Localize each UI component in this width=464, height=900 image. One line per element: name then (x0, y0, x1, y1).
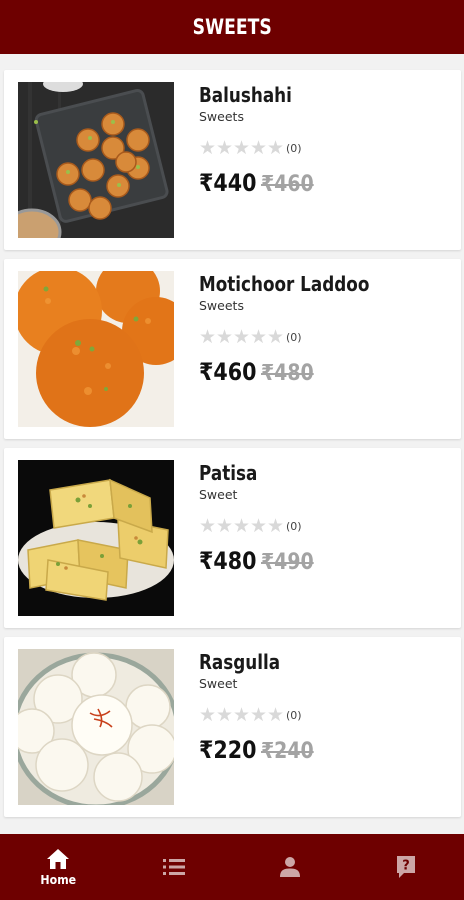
product-name[interactable]: Balushahi (199, 82, 412, 108)
page-title: SWEETS (192, 15, 272, 39)
price: ₹440 (199, 169, 257, 197)
old-price: ₹480 (261, 361, 314, 386)
star-icon: ★ (250, 514, 268, 537)
star-icon: ★ (267, 514, 285, 537)
product-name[interactable]: Rasgulla (199, 649, 412, 675)
rating-count: (0) (286, 330, 302, 344)
price: ₹220 (199, 736, 257, 764)
star-icon: ★ (250, 325, 268, 348)
nav-home[interactable]: Home (0, 834, 116, 900)
product-info: Motichoor Laddoo Sweets ★ ★ ★ ★ ★ (0) ₹4… (199, 271, 453, 392)
star-icon: ★ (233, 514, 251, 537)
rating-count: (0) (286, 708, 302, 722)
star-icon: ★ (267, 325, 285, 348)
product-info: Balushahi Sweets ★ ★ ★ ★ ★ (0) ₹440 ₹460 (199, 82, 453, 203)
price-row: ₹480 ₹490 (199, 547, 453, 581)
app-bar: SWEETS (0, 0, 464, 54)
product-category: Sweets (199, 298, 244, 313)
star-icon: ★ (199, 325, 217, 348)
price-row: ₹440 ₹460 (199, 169, 453, 203)
product-card[interactable]: Motichoor Laddoo Sweets ★ ★ ★ ★ ★ (0) ₹4… (4, 259, 461, 439)
help-icon: ? (397, 856, 415, 878)
nav-help[interactable]: ? (348, 834, 464, 900)
bottom-navigation: Home ? (0, 834, 464, 900)
star-icon: ★ (233, 703, 251, 726)
nav-home-label: Home (40, 871, 76, 887)
product-card[interactable]: Balushahi Sweets ★ ★ ★ ★ ★ (0) ₹440 ₹460 (4, 70, 461, 250)
star-icon: ★ (216, 703, 234, 726)
product-name[interactable]: Patisa (199, 460, 412, 486)
product-info: Rasgulla Sweet ★ ★ ★ ★ ★ (0) ₹220 ₹240 (199, 649, 453, 770)
product-category: Sweet (199, 676, 238, 691)
price: ₹460 (199, 358, 257, 386)
old-price: ₹490 (261, 550, 314, 575)
product-card[interactable]: Rasgulla Sweet ★ ★ ★ ★ ★ (0) ₹220 ₹240 (4, 637, 461, 817)
product-category: Sweet (199, 487, 238, 502)
star-icon: ★ (199, 514, 217, 537)
star-icon: ★ (199, 703, 217, 726)
star-icon: ★ (216, 325, 234, 348)
patisa-image[interactable] (18, 460, 174, 616)
product-category: Sweets (199, 109, 244, 124)
price: ₹480 (199, 547, 257, 575)
star-icon: ★ (233, 136, 251, 159)
svg-text:?: ? (402, 859, 410, 874)
rating: ★ ★ ★ ★ ★ (0) (199, 704, 453, 726)
price-row: ₹220 ₹240 (199, 736, 453, 770)
star-icon: ★ (216, 514, 234, 537)
product-list[interactable]: Balushahi Sweets ★ ★ ★ ★ ★ (0) ₹440 ₹460 (0, 54, 464, 834)
star-icon: ★ (250, 703, 268, 726)
rating: ★ ★ ★ ★ ★ (0) (199, 137, 453, 159)
old-price: ₹460 (261, 172, 314, 197)
rating: ★ ★ ★ ★ ★ (0) (199, 515, 453, 537)
person-icon (280, 857, 300, 877)
star-icon: ★ (233, 325, 251, 348)
nav-list[interactable] (116, 834, 232, 900)
price-row: ₹460 ₹480 (199, 358, 453, 392)
balushahi-image[interactable] (18, 82, 174, 238)
star-icon: ★ (216, 136, 234, 159)
rasgulla-image[interactable] (18, 649, 174, 805)
home-icon (47, 848, 69, 869)
nav-account[interactable] (232, 834, 348, 900)
product-info: Patisa Sweet ★ ★ ★ ★ ★ (0) ₹480 ₹490 (199, 460, 453, 581)
list-icon (163, 859, 185, 875)
star-icon: ★ (267, 136, 285, 159)
star-icon: ★ (250, 136, 268, 159)
star-icon: ★ (267, 703, 285, 726)
laddoo-image[interactable] (18, 271, 174, 427)
product-card[interactable]: Patisa Sweet ★ ★ ★ ★ ★ (0) ₹480 ₹490 (4, 448, 461, 628)
product-name[interactable]: Motichoor Laddoo (199, 271, 412, 297)
rating-count: (0) (286, 519, 302, 533)
rating-count: (0) (286, 141, 302, 155)
star-icon: ★ (199, 136, 217, 159)
old-price: ₹240 (261, 739, 314, 764)
rating: ★ ★ ★ ★ ★ (0) (199, 326, 453, 348)
